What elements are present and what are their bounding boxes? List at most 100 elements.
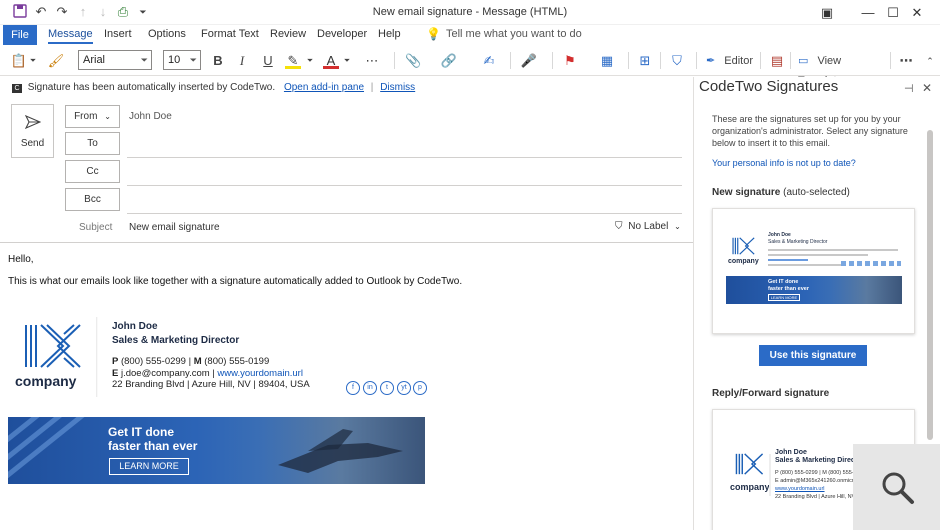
signature-logo: company bbox=[14, 323, 86, 393]
reply-title: Sales & Marketing Director bbox=[775, 457, 865, 464]
chevron-down-icon: ⏷ bbox=[140, 55, 148, 65]
addin-icon: C bbox=[12, 84, 22, 93]
underline-icon[interactable]: U bbox=[260, 51, 276, 71]
attach-file-icon[interactable]: 📎 bbox=[405, 51, 421, 71]
body-greeting[interactable]: Hello, bbox=[8, 254, 34, 265]
divider bbox=[769, 454, 771, 496]
facebook-icon[interactable]: f bbox=[346, 381, 360, 395]
tab-insert[interactable]: Insert bbox=[104, 28, 132, 40]
send-label: Send bbox=[20, 138, 45, 149]
compose-pane: C Signature has been automatically inser… bbox=[0, 77, 693, 530]
view-templates-button[interactable]: ▭ View Templates bbox=[798, 51, 888, 87]
divider bbox=[790, 52, 791, 69]
tab-review[interactable]: Review bbox=[270, 28, 306, 40]
calendar-icon[interactable]: ▤ bbox=[768, 51, 786, 71]
font-name-select[interactable]: Arial ⏷ bbox=[78, 50, 152, 70]
bold-icon[interactable]: B bbox=[210, 51, 226, 71]
reply-company: company bbox=[730, 482, 770, 492]
send-button[interactable]: Send bbox=[11, 104, 54, 158]
personal-info-link[interactable]: Your personal info is not up to date? bbox=[712, 157, 856, 169]
close-button[interactable]: ✕ bbox=[894, 0, 940, 25]
from-value: John Doe bbox=[129, 111, 172, 122]
font-size-select[interactable]: 10 ⏷ bbox=[163, 50, 201, 70]
bcc-button[interactable]: Bcc bbox=[65, 188, 120, 211]
font-name-value: Arial bbox=[83, 54, 106, 66]
side-intro: These are the signatures set up for you … bbox=[712, 114, 908, 148]
cc-field[interactable] bbox=[127, 185, 682, 186]
dismiss-link[interactable]: Dismiss bbox=[380, 82, 415, 93]
divider bbox=[660, 52, 661, 69]
tab-options[interactable]: Options bbox=[148, 28, 186, 40]
sig-e-label: E bbox=[112, 368, 119, 379]
format-painter-icon[interactable]: 🖌 bbox=[47, 51, 65, 71]
collapse-ribbon-icon[interactable]: ⌃ bbox=[924, 51, 936, 71]
link-icon[interactable]: 🔗 bbox=[440, 51, 458, 71]
sig-email[interactable]: j.doe@company.com bbox=[121, 368, 210, 379]
italic-icon[interactable]: I bbox=[234, 51, 250, 71]
cc-button[interactable]: Cc bbox=[65, 160, 120, 183]
sensitivity-label: No Label bbox=[628, 221, 669, 232]
reply-sig-heading: Reply/Forward signature bbox=[712, 388, 830, 399]
tab-file[interactable]: File bbox=[3, 25, 37, 45]
new-sig-suffix: (auto-selected) bbox=[783, 187, 850, 198]
reply-web: www.yourdomain.url bbox=[775, 486, 825, 492]
chevron-down-icon: ⏷ bbox=[189, 55, 197, 65]
divider bbox=[696, 52, 697, 69]
highlight-dropdown-icon[interactable]: ⏷ bbox=[305, 51, 315, 71]
highlight-icon[interactable]: ✎ bbox=[285, 51, 301, 69]
sensitivity-icon[interactable]: ⛉ bbox=[668, 51, 686, 71]
font-color-icon[interactable]: A bbox=[323, 51, 339, 69]
dictate-icon[interactable]: 🎤 bbox=[520, 51, 538, 71]
tab-message[interactable]: Message bbox=[48, 28, 93, 44]
ribbon-toolbar: 📋 ⏷ 🖌 Arial ⏷ 10 ⏷ B I U ✎ ⏷ A ⏷ ⋯ 📎 🔗 ✍… bbox=[0, 45, 940, 87]
open-addin-link[interactable]: Open add-in pane bbox=[284, 82, 364, 93]
side-pane-title: CodeTwo Signatures bbox=[699, 78, 839, 95]
to-field[interactable] bbox=[127, 157, 682, 158]
reply-email: E admin@M365x241260.onmicros bbox=[775, 478, 860, 484]
banner-learn-more-button[interactable]: LEARN MORE bbox=[109, 458, 189, 475]
bcc-field[interactable] bbox=[127, 213, 682, 214]
body-line[interactable]: This is what our emails look like togeth… bbox=[8, 276, 462, 287]
tag-icon[interactable]: ▦ bbox=[598, 51, 616, 71]
pin-icon[interactable]: ⊣ bbox=[904, 82, 914, 95]
paste-dropdown-icon[interactable]: ⏷ bbox=[28, 51, 38, 71]
to-button[interactable]: To bbox=[65, 132, 120, 155]
new-signature-card[interactable]: company John Doe Sales & Marketing Direc… bbox=[712, 208, 915, 334]
side-pane-scrollbar[interactable] bbox=[927, 130, 933, 440]
zoom-button[interactable] bbox=[853, 444, 940, 530]
signature-icon[interactable]: ✍ bbox=[480, 51, 498, 71]
ribbon-display-icon[interactable]: ▣ bbox=[804, 0, 850, 25]
shield-icon: ⛉ bbox=[615, 221, 623, 232]
banner-line1: Get IT done bbox=[108, 425, 174, 439]
reply-name: John Doe bbox=[775, 449, 807, 456]
sig-website-link[interactable]: www.yourdomain.url bbox=[217, 368, 303, 379]
paste-icon[interactable]: 📋 bbox=[8, 51, 30, 71]
pinterest-icon[interactable]: p bbox=[413, 381, 427, 395]
divider bbox=[0, 242, 693, 243]
youtube-icon[interactable]: yt bbox=[397, 381, 411, 395]
mini-banner-line1: Get IT done bbox=[768, 279, 799, 285]
font-color-dropdown-icon[interactable]: ⏷ bbox=[342, 51, 352, 71]
mini-title: Sales & Marketing Director bbox=[768, 239, 828, 245]
tab-format-text[interactable]: Format Text bbox=[201, 28, 259, 40]
divider bbox=[394, 52, 395, 69]
sig-email-line: E j.doe@company.com | www.yourdomain.url bbox=[112, 368, 303, 379]
sensitivity-dropdown[interactable]: ⛉ No Label ⌄ bbox=[615, 221, 681, 232]
signature-banner[interactable]: Get IT done faster than ever LEARN MORE bbox=[8, 417, 425, 484]
use-signature-button[interactable]: Use this signature bbox=[759, 345, 867, 366]
mini-banner: Get IT done faster than ever LEARN MORE bbox=[726, 276, 902, 304]
lightbulb-icon: 💡 bbox=[426, 27, 441, 41]
more-options-icon[interactable]: ⋯ bbox=[898, 51, 914, 71]
tab-developer[interactable]: Developer bbox=[317, 28, 367, 40]
linkedin-icon[interactable]: in bbox=[363, 381, 377, 395]
more-format-icon[interactable]: ⋯ bbox=[364, 51, 380, 71]
close-pane-icon[interactable]: ✕ bbox=[922, 81, 932, 95]
twitter-icon[interactable]: t bbox=[380, 381, 394, 395]
from-button[interactable]: From ⌄ bbox=[65, 105, 120, 128]
tab-help[interactable]: Help bbox=[378, 28, 401, 40]
tell-me-search[interactable]: Tell me what you want to do bbox=[446, 28, 582, 40]
subject-field[interactable]: New email signature bbox=[129, 222, 220, 233]
apps-icon[interactable]: ⊞ bbox=[636, 51, 654, 71]
flag-icon[interactable]: ⚑ bbox=[562, 51, 578, 71]
send-icon bbox=[25, 115, 41, 129]
